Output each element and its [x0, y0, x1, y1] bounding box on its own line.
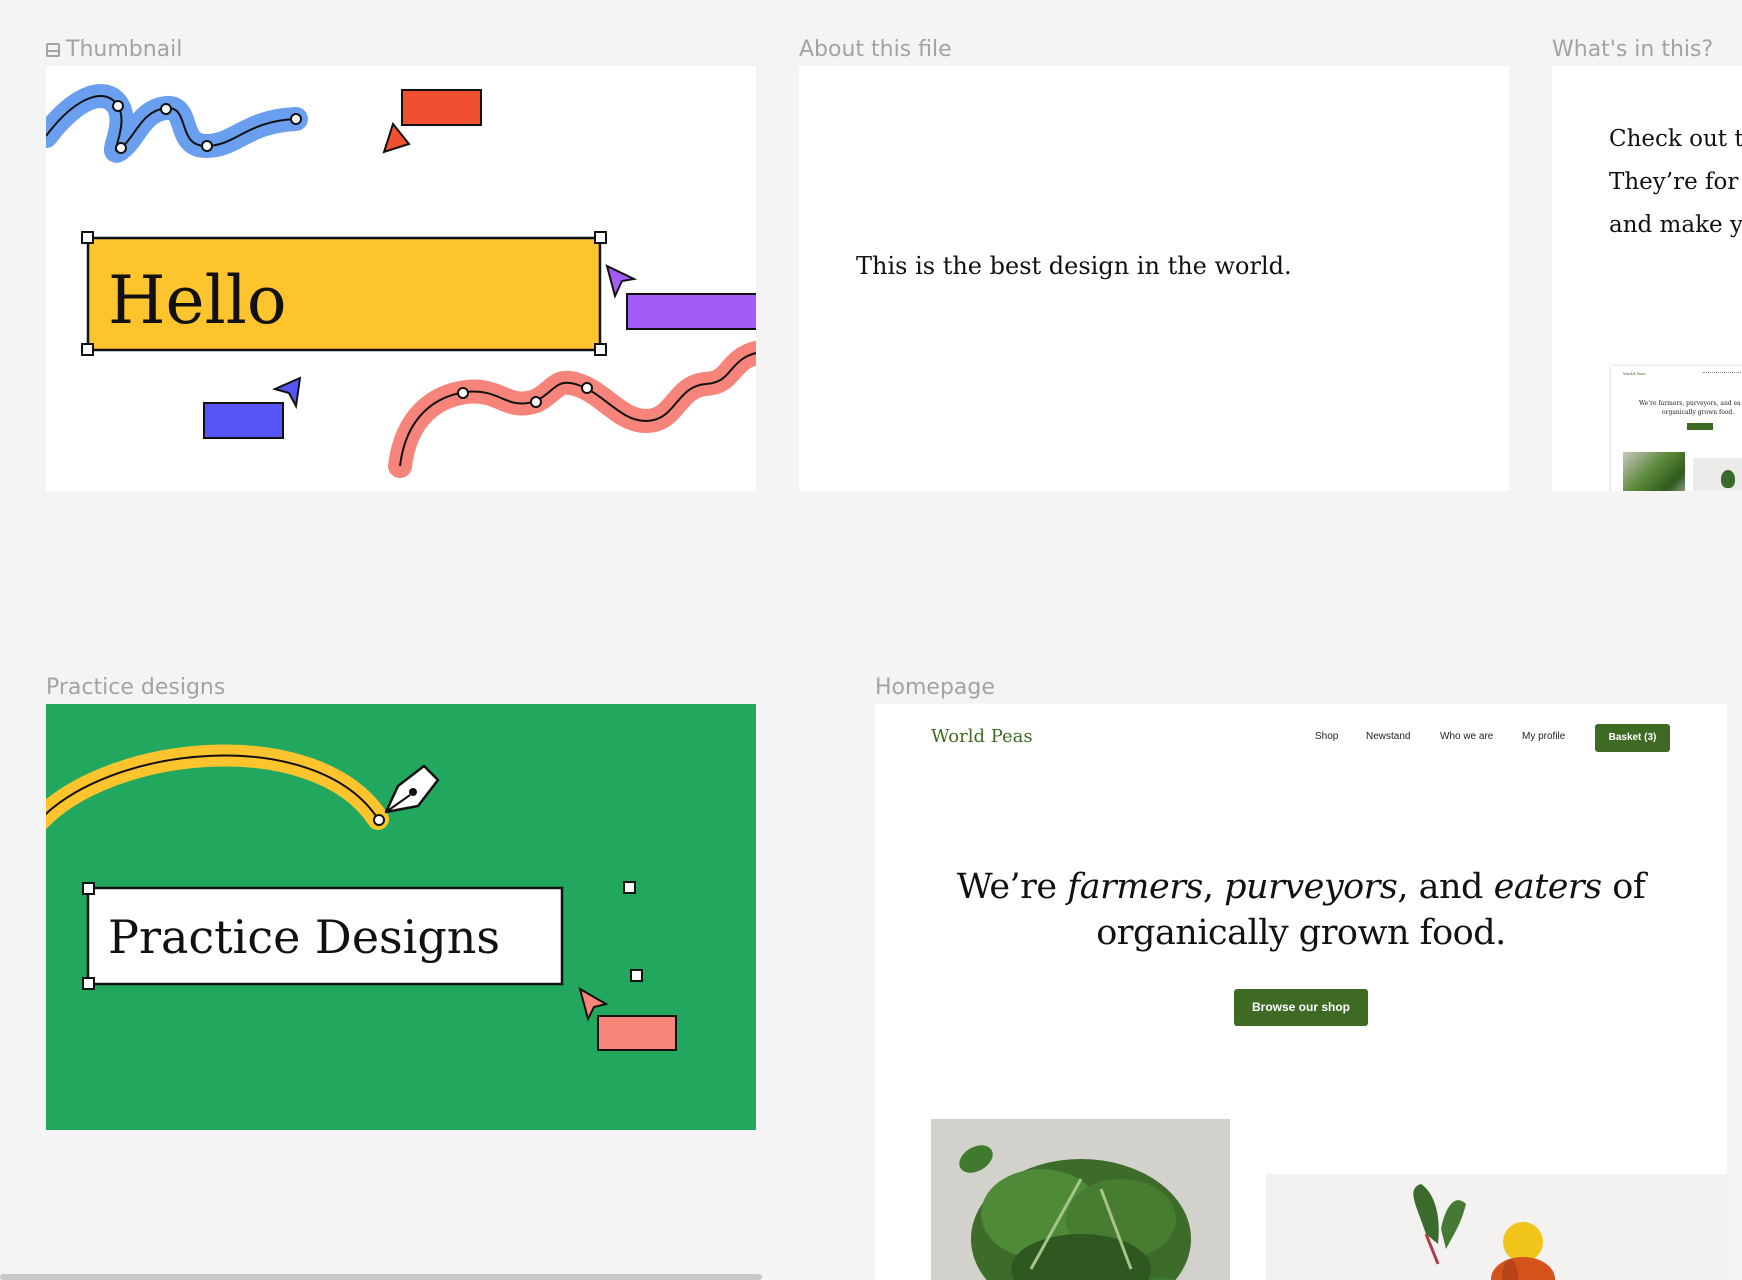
headline-line-2: organically grown food. [1096, 913, 1506, 953]
cursor-icon [382, 121, 411, 154]
cursor-icon-blue [272, 376, 302, 410]
salmon-rectangle [597, 1015, 677, 1051]
practice-frame-label[interactable]: Practice designs [46, 675, 225, 700]
about-text: This is the best design in the world. [856, 252, 1292, 280]
whats-in-line-1: Check out th [1609, 126, 1742, 152]
thumbnail-illustration: Hello [46, 84, 756, 478]
hello-text: Hello [108, 262, 287, 339]
browse-shop-button[interactable]: Browse our shop [1234, 989, 1368, 1026]
practice-illustration: Practice Designs [46, 744, 677, 1051]
cursor-icon-salmon [578, 986, 609, 1022]
whats-in-frame[interactable]: Check out th They’re for y and make yo W… [1552, 66, 1742, 491]
purple-rectangle [626, 293, 756, 330]
nav-shop[interactable]: Shop [1315, 731, 1338, 742]
headline-line-1: We’re farmers, purveyors, and eaters of [956, 867, 1646, 907]
about-frame-label[interactable]: About this file [799, 37, 952, 62]
mini-headline-1: We’re farmers, purveyors, and ea [1639, 400, 1741, 407]
thumbnail-frame-label[interactable]: Thumbnail [46, 37, 182, 62]
blue-squiggle [46, 84, 308, 163]
mini-cta [1687, 423, 1713, 430]
whats-in-line-2: They’re for y [1609, 169, 1742, 195]
homepage-brand[interactable]: World Peas [931, 726, 1033, 747]
homepage-headline: We’re farmers, purveyors, and eaters of … [875, 864, 1727, 956]
mini-headline-2: organically grown food. [1662, 409, 1735, 416]
nav-who-we-are[interactable]: Who we are [1440, 731, 1493, 742]
about-frame[interactable]: This is the best design in the world. [799, 66, 1509, 491]
homepage-frame-label[interactable]: Homepage [875, 675, 995, 700]
nav-newstand[interactable]: Newstand [1366, 731, 1410, 742]
vegetables-image [1266, 1174, 1727, 1280]
mini-image-veg [1693, 458, 1742, 491]
mini-nav [1703, 372, 1742, 375]
thumbnail-label-text: Thumbnail [66, 37, 183, 62]
mini-brand: World Peas [1623, 371, 1646, 376]
practice-text: Practice Designs [108, 910, 500, 964]
red-squiggle [388, 340, 756, 478]
practice-frame[interactable]: Practice Designs [46, 704, 756, 1130]
red-rectangle [401, 89, 482, 126]
horizontal-scrollbar[interactable] [0, 1274, 762, 1280]
yellow-arc [46, 744, 389, 830]
cursor-icon-purple [605, 264, 638, 299]
mini-image-greens [1623, 452, 1685, 491]
frame-icon [46, 43, 60, 57]
whats-in-line-3: and make yo [1609, 212, 1742, 238]
pen-tool-icon [384, 764, 440, 814]
thumbnail-frame[interactable]: Hello [46, 66, 756, 491]
blue-rectangle [203, 402, 284, 439]
basket-button[interactable]: Basket (3) [1595, 724, 1670, 752]
nav-my-profile[interactable]: My profile [1522, 731, 1565, 742]
mini-homepage-preview: World Peas We’re farmers, purveyors, and… [1611, 366, 1742, 491]
greens-image [931, 1119, 1230, 1280]
homepage-frame[interactable]: World Peas Shop Newstand Who we are My p… [875, 704, 1727, 1280]
whats-in-frame-label[interactable]: What's in this? [1552, 37, 1713, 62]
